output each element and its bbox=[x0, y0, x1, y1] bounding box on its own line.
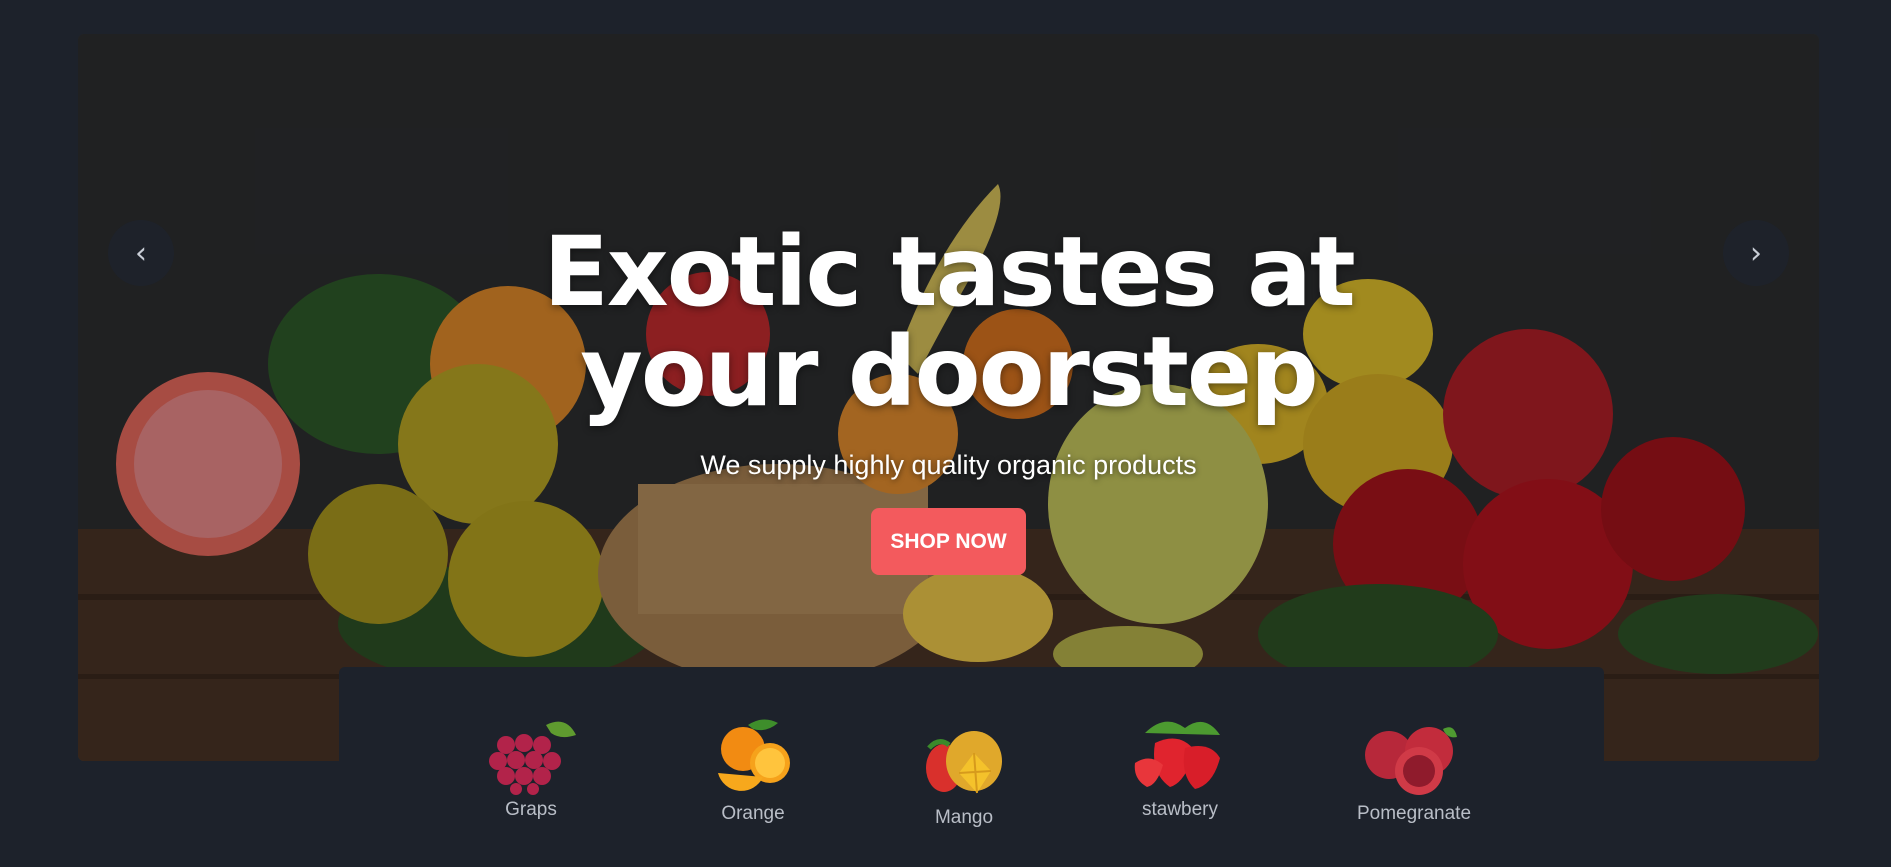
grapes-icon bbox=[489, 721, 576, 795]
orange-icon bbox=[718, 719, 790, 791]
strawberry-icon bbox=[1134, 721, 1220, 789]
category-label-mango: Mango bbox=[934, 807, 994, 828]
category-item-strawberry[interactable]: stawbery bbox=[1110, 713, 1250, 821]
category-item-grapes[interactable]: Graps bbox=[461, 715, 601, 821]
hero-headline: Exotic tastes at your doorstep bbox=[543, 216, 1356, 428]
hero-subtitle: We supply highly quality organic product… bbox=[700, 450, 1197, 480]
hero-banner: ‹ › Exotic tastes at your doorstep We su… bbox=[78, 34, 1819, 761]
pomegranate-icon bbox=[1365, 727, 1457, 795]
category-item-mango[interactable]: Mango bbox=[894, 723, 1034, 829]
category-label-pomegranate: Pomegranate bbox=[1356, 803, 1472, 824]
category-item-orange[interactable]: Orange bbox=[683, 715, 823, 825]
carousel-next-button[interactable]: › bbox=[1723, 220, 1789, 286]
category-bar: Graps Orange Mango stawbery Pomegranate bbox=[339, 667, 1604, 867]
carousel-prev-button[interactable]: ‹ bbox=[108, 220, 174, 286]
category-label-grapes: Graps bbox=[505, 799, 557, 820]
mango-icon bbox=[926, 731, 1002, 794]
category-item-pomegranate[interactable]: Pomegranate bbox=[1344, 713, 1484, 825]
category-label-strawberry: stawbery bbox=[1141, 799, 1219, 820]
shop-now-button[interactable]: SHOP NOW bbox=[871, 508, 1026, 575]
category-label-orange: Orange bbox=[721, 803, 785, 824]
